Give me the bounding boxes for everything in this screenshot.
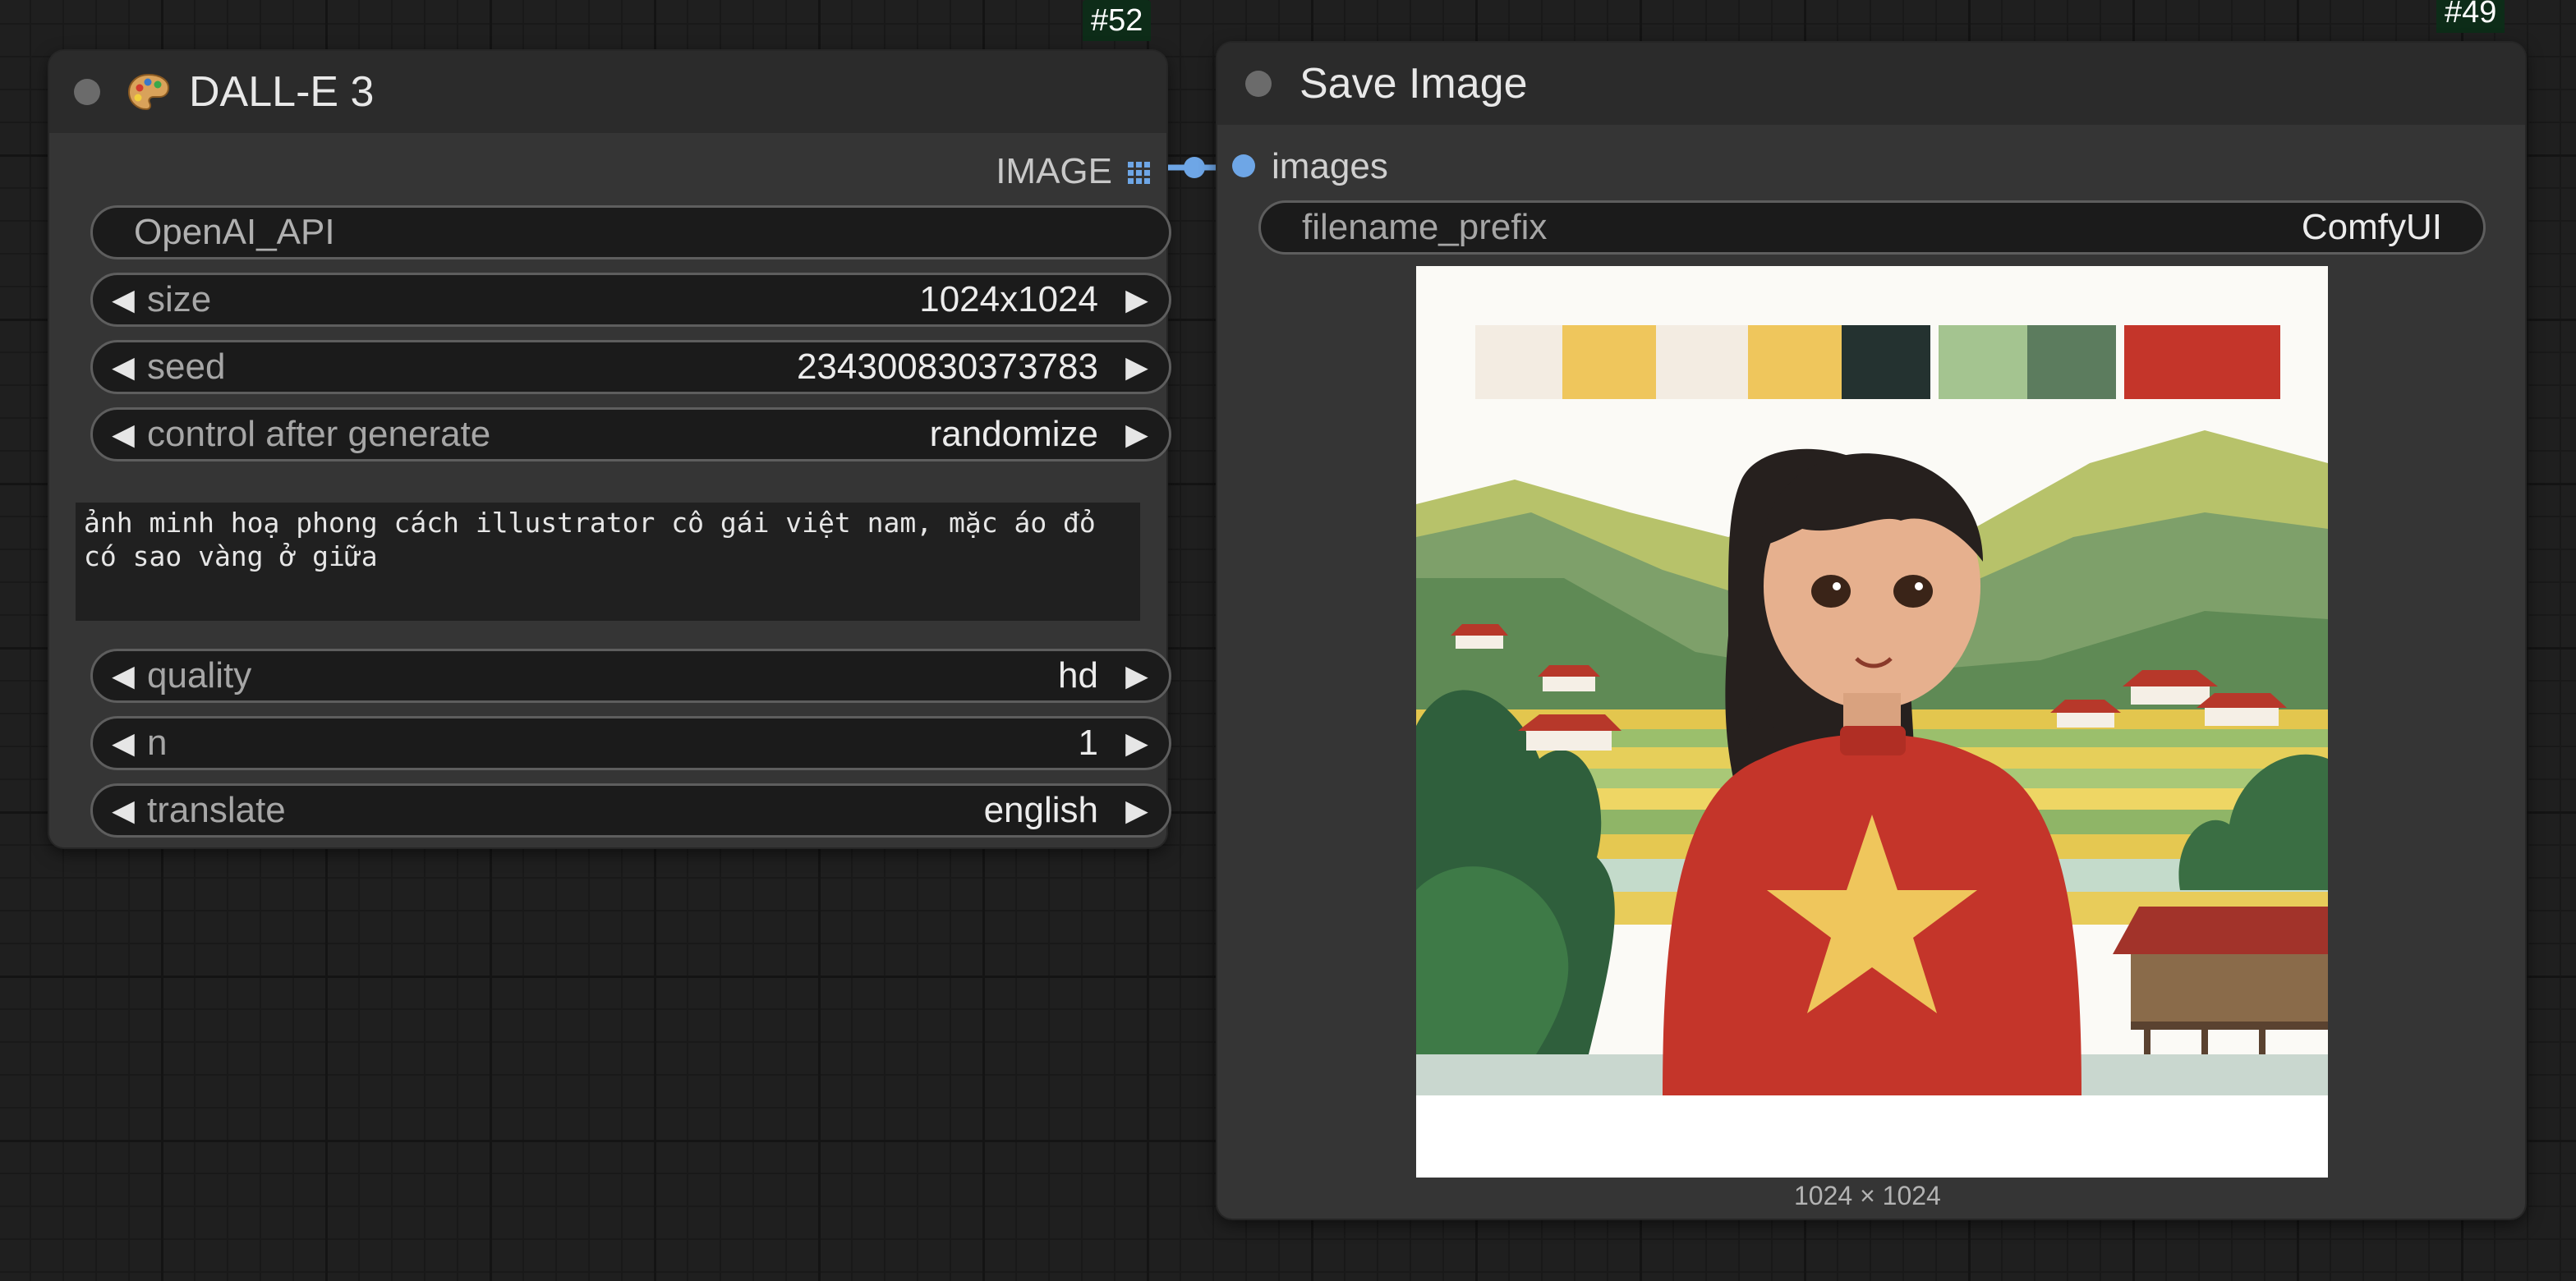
node-title: Save Image (1300, 60, 1528, 108)
images-input-label: images (1272, 146, 1388, 186)
translate-value: english (983, 790, 1098, 830)
image-preview[interactable] (1416, 266, 2328, 1178)
filename-prefix-value: ComfyUI (2301, 207, 2442, 247)
size-label: size (147, 279, 212, 319)
output-label: IMAGE (996, 151, 1112, 191)
quality-increment-icon[interactable]: ▶ (1123, 659, 1151, 693)
grid-icon[interactable] (1127, 161, 1152, 186)
quality-widget[interactable]: ◀ quality hd ▶ (90, 649, 1171, 703)
translate-widget[interactable]: ◀ translate english ▶ (90, 783, 1171, 838)
quality-value: hd (1058, 655, 1098, 696)
node-id-badge-52: #52 (1083, 0, 1152, 41)
api-field-label: OpenAI_API (134, 212, 335, 252)
size-widget[interactable]: ◀ size 1024x1024 ▶ (90, 273, 1171, 327)
control-value: randomize (929, 414, 1098, 454)
quality-decrement-icon[interactable]: ◀ (109, 659, 137, 693)
dalle-node-header[interactable]: DALL-E 3 (49, 51, 1166, 133)
translate-increment-icon[interactable]: ▶ (1123, 793, 1151, 828)
images-input-socket[interactable] (1232, 154, 1255, 177)
filename-prefix-label: filename_prefix (1302, 207, 1548, 247)
n-label: n (147, 723, 168, 763)
control-label: control after generate (147, 414, 491, 454)
translate-decrement-icon[interactable]: ◀ (109, 793, 137, 828)
seed-decrement-icon[interactable]: ◀ (109, 350, 137, 384)
translate-label: translate (147, 790, 286, 830)
node-id-badge-49: #49 (2436, 0, 2505, 33)
control-increment-icon[interactable]: ▶ (1123, 417, 1151, 452)
prompt-textarea[interactable]: ảnh minh hoạ phong cách illustrator cô g… (76, 503, 1140, 621)
seed-increment-icon[interactable]: ▶ (1123, 350, 1151, 384)
collapse-dot[interactable] (74, 79, 100, 105)
seed-value: 234300830373783 (796, 347, 1098, 387)
save-node-header[interactable]: Save Image (1217, 43, 2525, 125)
n-widget[interactable]: ◀ n 1 ▶ (90, 716, 1171, 770)
n-value: 1 (1078, 723, 1098, 763)
size-decrement-icon[interactable]: ◀ (109, 282, 137, 317)
n-increment-icon[interactable]: ▶ (1123, 726, 1151, 760)
node-title: DALL-E 3 (189, 68, 375, 116)
quality-label: quality (147, 655, 252, 696)
api-input-field[interactable]: OpenAI_API (90, 205, 1171, 259)
size-value: 1024x1024 (919, 279, 1098, 319)
seed-label: seed (147, 347, 226, 387)
collapse-dot[interactable] (1245, 71, 1272, 97)
palette-icon (127, 73, 170, 111)
control-after-generate-widget[interactable]: ◀ control after generate randomize ▶ (90, 407, 1171, 461)
size-increment-icon[interactable]: ▶ (1123, 282, 1151, 317)
control-decrement-icon[interactable]: ◀ (109, 417, 137, 452)
seed-widget[interactable]: ◀ seed 234300830373783 ▶ (90, 340, 1171, 394)
color-swatches (1475, 325, 2280, 399)
n-decrement-icon[interactable]: ◀ (109, 726, 137, 760)
image-size-label: 1024 × 1024 (1794, 1181, 1941, 1210)
filename-prefix-field[interactable]: filename_prefix ComfyUI (1258, 200, 2486, 255)
dalle-node[interactable]: DALL-E 3 IMAGE OpenAI_API ◀ size 1024x10… (49, 51, 1171, 847)
